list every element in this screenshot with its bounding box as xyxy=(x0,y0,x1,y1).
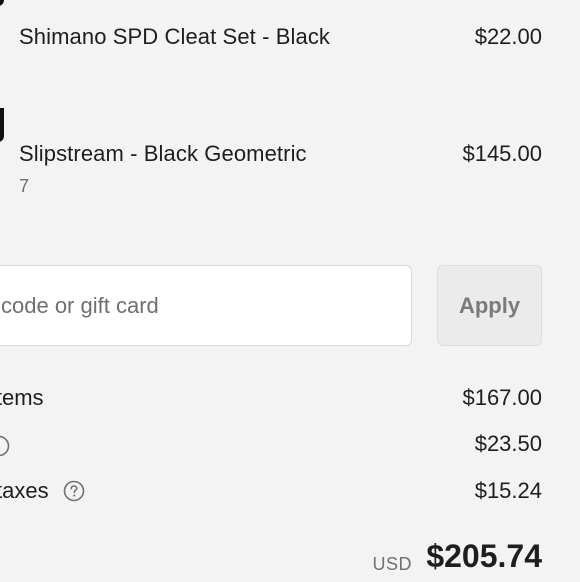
taxes-row: taxes $15.24 xyxy=(0,478,580,508)
subtotal-label-text: items xyxy=(0,385,44,410)
taxes-label: taxes xyxy=(0,478,85,504)
discount-code-input[interactable] xyxy=(0,265,412,346)
line-item-variant: 7 xyxy=(19,176,30,196)
line-item: Shimano SPD Cleat Set - Black $22.00 xyxy=(0,0,580,60)
line-item-title: Shimano SPD Cleat Set - Black xyxy=(19,24,331,49)
total-currency: USD xyxy=(372,554,412,574)
line-item-price: $22.00 xyxy=(474,24,542,49)
total-amount: $205.74 xyxy=(426,538,542,574)
product-thumbnail xyxy=(0,0,4,6)
line-item-title: Slipstream - Black Geometric xyxy=(19,141,307,166)
question-circle-icon[interactable] xyxy=(63,480,85,502)
product-thumbnail xyxy=(0,108,4,142)
line-item: Slipstream - Black Geometric 7 $145.00 xyxy=(0,100,580,210)
total-row: USD $205.74 xyxy=(0,538,580,582)
apply-button[interactable]: Apply xyxy=(437,265,542,346)
shipping-value: $23.50 xyxy=(474,431,542,456)
line-item-price: $145.00 xyxy=(462,141,542,166)
subtotal-value: $167.00 xyxy=(462,385,542,410)
subtotal-row: items $167.00 xyxy=(0,385,580,415)
taxes-value: $15.24 xyxy=(474,478,542,503)
subtotal-label: items xyxy=(0,385,44,411)
shipping-help-icon[interactable] xyxy=(0,435,10,457)
shipping-row: $23.50 xyxy=(0,431,580,461)
taxes-label-text: taxes xyxy=(0,478,49,503)
